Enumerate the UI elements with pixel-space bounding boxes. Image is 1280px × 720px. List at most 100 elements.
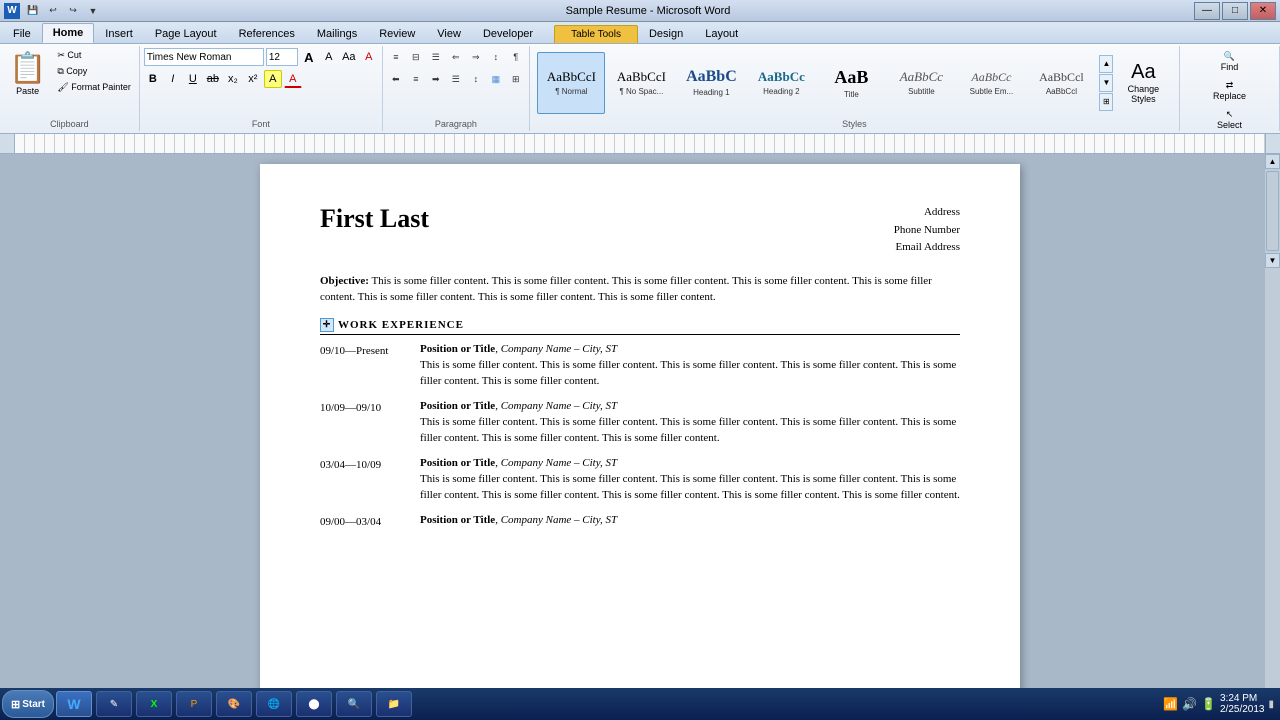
editing-content: 🔍 Find ⇄ Replace ↖ Select bbox=[1206, 48, 1254, 133]
style-heading2[interactable]: AaBbCc Heading 2 bbox=[747, 52, 815, 114]
taskbar-systray: 📶 🔊 🔋 3:24 PM2/25/2013 ▮ bbox=[1163, 693, 1278, 715]
highlight-button[interactable]: A bbox=[264, 70, 282, 88]
shading-button[interactable]: ▦ bbox=[487, 70, 505, 88]
tab-developer[interactable]: Developer bbox=[472, 24, 544, 43]
multilevel-button[interactable]: ☰ bbox=[427, 48, 445, 66]
align-left-button[interactable]: ⬅ bbox=[387, 70, 405, 88]
title-bar: W 💾 ↩ ↪ ▼ Sample Resume - Microsoft Word… bbox=[0, 0, 1280, 22]
work-date-4: 09/00—03/04 bbox=[320, 514, 420, 531]
copy-button[interactable]: ⧉ Copy bbox=[53, 64, 134, 79]
minimize-button[interactable]: — bbox=[1194, 2, 1220, 20]
redo-quick-btn[interactable]: ↪ bbox=[64, 3, 82, 19]
center-button[interactable]: ≡ bbox=[407, 70, 425, 88]
underline-button[interactable]: U bbox=[184, 70, 202, 88]
sort-button[interactable]: ↕ bbox=[487, 48, 505, 66]
paste-button[interactable]: 📋 Paste bbox=[4, 48, 51, 99]
styles-more[interactable]: ⊞ bbox=[1099, 93, 1113, 111]
tab-mailings[interactable]: Mailings bbox=[306, 24, 368, 43]
start-button[interactable]: ⊞ Start bbox=[2, 690, 54, 718]
font-size-input[interactable] bbox=[266, 48, 298, 66]
subscript-button[interactable]: x₂ bbox=[224, 70, 242, 88]
style-normal[interactable]: AaBbCcI ¶ Normal bbox=[537, 52, 605, 114]
tab-file[interactable]: File bbox=[2, 24, 42, 43]
find-button[interactable]: 🔍 Find bbox=[1206, 48, 1254, 75]
taskbar-word[interactable]: W bbox=[56, 691, 92, 717]
show-hide-button[interactable]: ¶ bbox=[507, 48, 525, 66]
scroll-area[interactable]: First Last Address Phone Number Email Ad… bbox=[15, 154, 1265, 698]
show-desktop-icon[interactable]: ▮ bbox=[1268, 699, 1274, 710]
tab-design[interactable]: Design bbox=[638, 24, 694, 43]
taskbar-search[interactable]: 🔍 bbox=[336, 691, 372, 717]
work-section-title: WORK EXPERIENCE bbox=[338, 319, 464, 331]
change-styles-button[interactable]: Aa ChangeStyles bbox=[1115, 56, 1171, 109]
qa-dropdown-btn[interactable]: ▼ bbox=[84, 3, 102, 19]
italic-button[interactable]: I bbox=[164, 70, 182, 88]
font-family-input[interactable] bbox=[144, 48, 264, 66]
taskbar-paint[interactable]: 🎨 bbox=[216, 691, 252, 717]
format-painter-button[interactable]: 🖌 Format Painter bbox=[53, 80, 134, 95]
tab-home[interactable]: Home bbox=[42, 23, 95, 43]
maximize-button[interactable]: □ bbox=[1222, 2, 1248, 20]
style-title[interactable]: AaB Title bbox=[817, 52, 885, 114]
paint-icon: 🎨 bbox=[228, 699, 240, 710]
increase-indent-button[interactable]: ⇒ bbox=[467, 48, 485, 66]
taskbar-chrome[interactable]: ⬤ bbox=[296, 691, 332, 717]
scroll-thumb[interactable] bbox=[1266, 171, 1279, 251]
decrease-indent-button[interactable]: ⇐ bbox=[447, 48, 465, 66]
select-button[interactable]: ↖ Select bbox=[1206, 106, 1254, 133]
ribbon: 📋 Paste ✂ Cut ⧉ Copy 🖌 Format Painter Cl… bbox=[0, 44, 1280, 134]
taskbar-excel[interactable]: X bbox=[136, 691, 172, 717]
font-row-2: B I U ab x₂ x² A A bbox=[144, 70, 302, 88]
tab-view[interactable]: View bbox=[426, 24, 472, 43]
scroll-down-button[interactable]: ▼ bbox=[1265, 253, 1280, 268]
numbering-button[interactable]: ⊟ bbox=[407, 48, 425, 66]
cut-button[interactable]: ✂ Cut bbox=[53, 48, 134, 63]
grow-font-button[interactable]: A bbox=[300, 48, 318, 66]
strikethrough-button[interactable]: ab bbox=[204, 70, 222, 88]
style-title-label: Title bbox=[844, 90, 859, 99]
undo-quick-btn[interactable]: ↩ bbox=[44, 3, 62, 19]
superscript-button[interactable]: x² bbox=[244, 70, 262, 88]
taskbar-notepad[interactable]: ✎ bbox=[96, 691, 132, 717]
borders-button[interactable]: ⊞ bbox=[507, 70, 525, 88]
save-quick-btn[interactable]: 💾 bbox=[24, 3, 42, 19]
para-row-2: ⬅ ≡ ➡ ☰ ↕ ▦ ⊞ bbox=[387, 70, 525, 88]
close-button[interactable]: ✕ bbox=[1250, 2, 1276, 20]
style-subtitle[interactable]: AaBbCc Subtitle bbox=[887, 52, 955, 114]
align-right-button[interactable]: ➡ bbox=[427, 70, 445, 88]
tab-page-layout[interactable]: Page Layout bbox=[144, 24, 228, 43]
window-title: Sample Resume - Microsoft Word bbox=[566, 5, 731, 17]
taskbar-ie[interactable]: 🌐 bbox=[256, 691, 292, 717]
style-aabbccl[interactable]: AaBbCcl AaBbCcl bbox=[1027, 52, 1095, 114]
styles-scroll-down[interactable]: ▼ bbox=[1099, 74, 1113, 92]
work-experience-section: ✛ WORK EXPERIENCE 09/10—Present Position… bbox=[320, 318, 960, 531]
font-color-button[interactable]: A bbox=[284, 70, 302, 88]
paste-label: Paste bbox=[16, 86, 39, 96]
tab-review[interactable]: Review bbox=[368, 24, 426, 43]
justify-button[interactable]: ☰ bbox=[447, 70, 465, 88]
styles-content: AaBbCcI ¶ Normal AaBbCcI ¶ No Spac... Aa… bbox=[537, 48, 1171, 117]
work-title-bold-1: Position or Title bbox=[420, 343, 495, 355]
ribbon-tab-bar: File Home Insert Page Layout References … bbox=[0, 22, 1280, 44]
style-no-space[interactable]: AaBbCcI ¶ No Spac... bbox=[607, 52, 675, 114]
bullets-button[interactable]: ≡ bbox=[387, 48, 405, 66]
replace-button[interactable]: ⇄ Replace bbox=[1206, 77, 1254, 104]
change-case-button[interactable]: Aa bbox=[340, 48, 358, 66]
taskbar-explorer[interactable]: 📁 bbox=[376, 691, 412, 717]
shrink-font-button[interactable]: A bbox=[320, 48, 338, 66]
line-spacing-button[interactable]: ↕ bbox=[467, 70, 485, 88]
ruler bbox=[0, 134, 1280, 154]
tab-insert[interactable]: Insert bbox=[94, 24, 144, 43]
style-subtle-em[interactable]: AaBbCc Subtle Em... bbox=[957, 52, 1025, 114]
taskbar-publisher[interactable]: P bbox=[176, 691, 212, 717]
title-bar-left: W 💾 ↩ ↪ ▼ bbox=[4, 3, 102, 19]
tab-references[interactable]: References bbox=[228, 24, 306, 43]
bold-button[interactable]: B bbox=[144, 70, 162, 88]
tab-layout[interactable]: Layout bbox=[694, 24, 749, 43]
change-styles-icon: Aa bbox=[1131, 61, 1155, 84]
styles-scroll-up[interactable]: ▲ bbox=[1099, 55, 1113, 73]
scroll-up-button[interactable]: ▲ bbox=[1265, 154, 1280, 169]
style-heading1[interactable]: AaBbC Heading 1 bbox=[677, 52, 745, 114]
table-handle[interactable]: ✛ bbox=[320, 318, 334, 332]
clear-format-button[interactable]: A bbox=[360, 48, 378, 66]
